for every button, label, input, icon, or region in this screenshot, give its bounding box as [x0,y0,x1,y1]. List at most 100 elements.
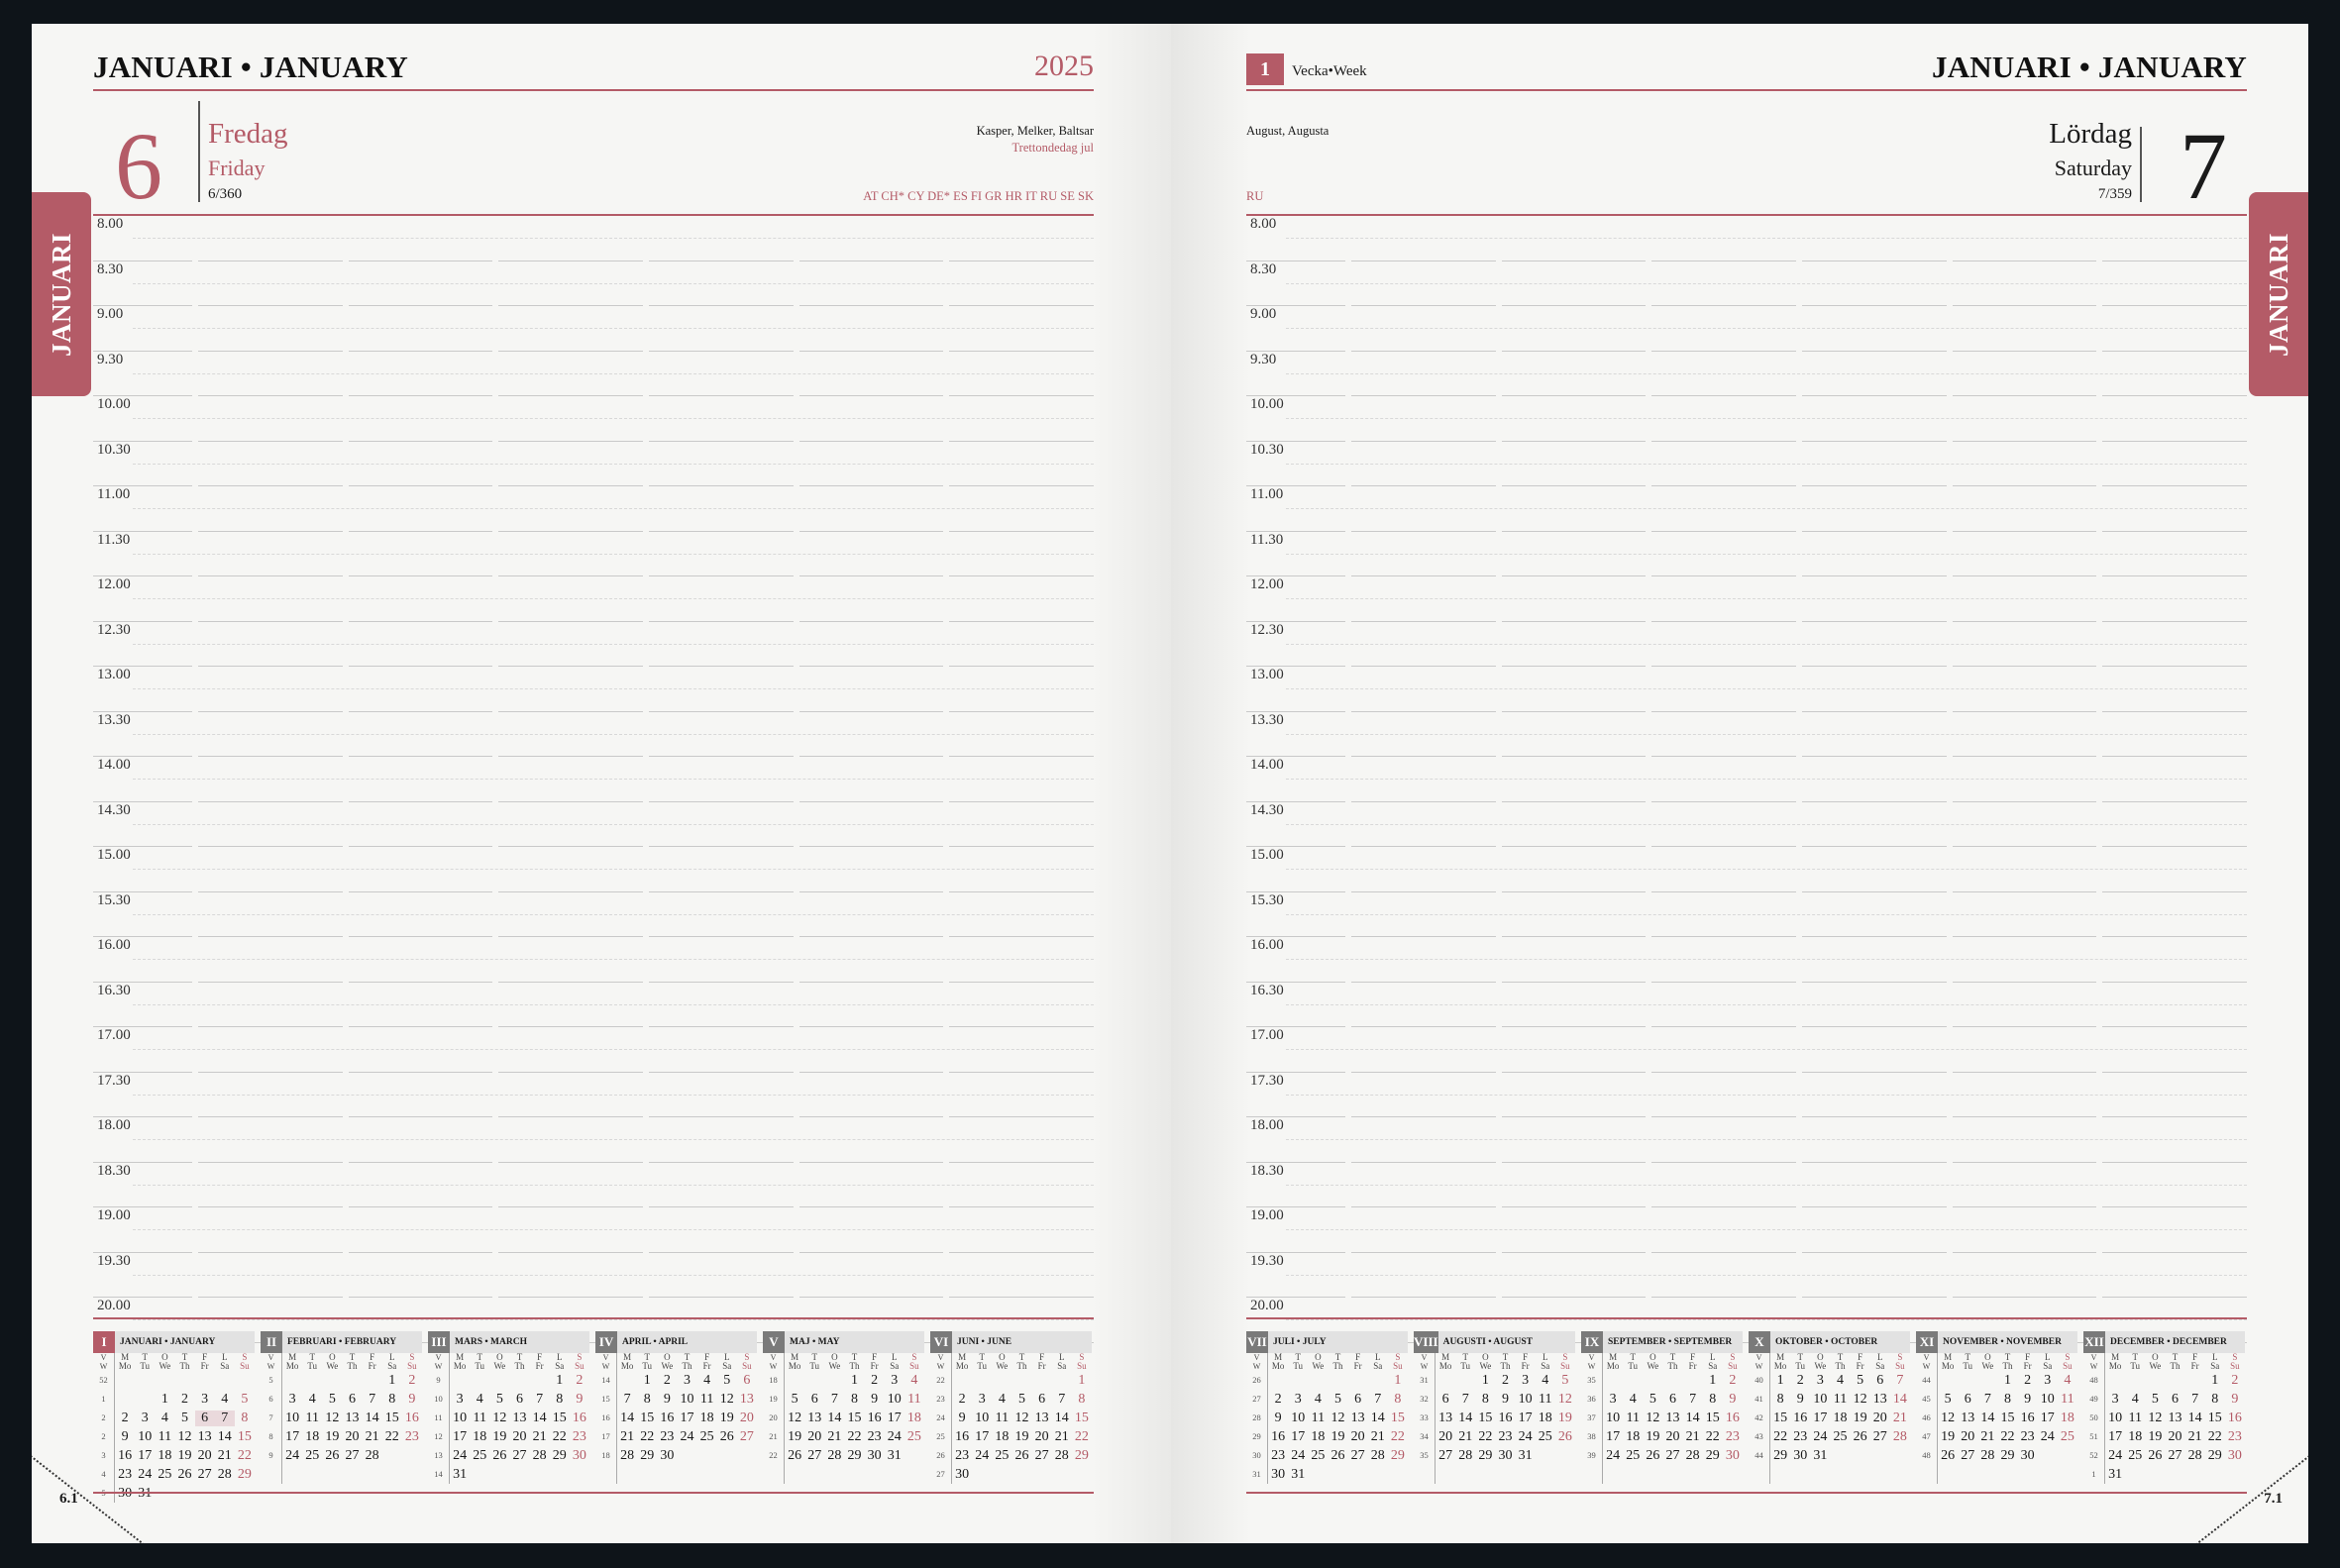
time-slot[interactable]: 9.30 [1246,352,2248,396]
time-slot[interactable]: 15.30 [93,892,1095,937]
time-slot[interactable]: 11.00 [1246,486,2248,532]
mini-month: VII JULI • JULY V W M Mo T Tu O We T Th F Fr L Sa S Su 26 1… [1246,1331,1408,1484]
mini-day: 25 [1311,1447,1326,1463]
time-slot[interactable]: 17.00 [93,1027,1095,1073]
mini-day: 18 [158,1447,172,1463]
month-tab-left[interactable]: JANUARI [32,192,91,396]
mini-week-row: 52 24 25 26 27 28 29 30 [2083,1446,2245,1465]
mini-day: 13 [1872,1391,1887,1407]
time-slot[interactable]: 15.00 [1246,847,2248,892]
time-slot[interactable]: 8.00 [1246,216,2248,261]
mini-day: 18 [1626,1428,1641,1444]
time-slot[interactable]: 9.00 [1246,306,2248,352]
mini-week-row [1749,1465,1910,1484]
mini-week-row: 38 17 18 19 20 21 22 23 [1581,1427,1743,1446]
time-slot[interactable]: 19.00 [93,1207,1095,1253]
time-slot[interactable]: 14.00 [93,757,1095,802]
time-slot[interactable]: 16.00 [1246,937,2248,983]
mini-day: 18 [473,1428,487,1444]
mini-day: 27 [512,1447,527,1463]
time-slot[interactable]: 8.30 [1246,261,2248,306]
time-label: 18.30 [1250,1162,1284,1179]
month-tab-right[interactable]: JANUARI [2249,192,2308,396]
time-slot[interactable]: 11.30 [93,532,1095,576]
mini-day: 18 [995,1428,1010,1444]
mini-day: 22 [384,1428,399,1444]
mini-day: 10 [680,1391,694,1407]
day-count-left: 6/360 [208,186,243,202]
time-slot[interactable]: 9.30 [93,352,1095,396]
time-slot[interactable]: 11.00 [93,486,1095,532]
time-slot[interactable]: 13.00 [1246,667,2248,712]
mini-day: 5 [1944,1391,1952,1407]
time-slot[interactable]: 16.00 [93,937,1095,983]
time-slot[interactable]: 15.00 [93,847,1095,892]
country-codes-left: AT CH* CY DE* ES FI GR HR IT RU SE SK [863,189,1094,203]
time-slot[interactable]: 18.30 [93,1163,1095,1207]
mini-day: 17 [680,1410,694,1425]
time-slot[interactable]: 11.30 [1246,531,2248,576]
mini-day: 29 [237,1466,252,1482]
mini-month-title: DECEMBER • DECEMBER [2110,1337,2227,1347]
mini-month-number: VIII [1414,1331,1438,1353]
mini-day: 4 [221,1391,229,1407]
mini-day: 7 [369,1391,376,1407]
time-slot[interactable]: 19.30 [1246,1253,2248,1298]
half-rule [133,688,1094,689]
half-rule [1286,372,2247,374]
mini-day: 16 [118,1447,133,1463]
half-rule [1286,1184,2247,1186]
mini-day: 27 [345,1447,360,1463]
mini-day: 22 [640,1428,655,1444]
mini-day: 9 [121,1428,129,1444]
time-slot[interactable]: 14.30 [1246,802,2248,847]
time-slot[interactable]: 10.00 [1246,396,2248,442]
time-slot[interactable]: 10.30 [93,442,1095,486]
time-slot[interactable]: 18.30 [1246,1162,2248,1207]
mini-day: 11 [699,1391,714,1407]
time-slot[interactable]: 19.00 [1246,1207,2248,1253]
time-slot[interactable]: 16.30 [93,983,1095,1027]
mini-day: 17 [975,1428,990,1444]
time-slot[interactable]: 16.30 [1246,983,2248,1027]
time-slot[interactable]: 14.00 [1246,757,2248,802]
mini-day: 14 [1370,1410,1385,1425]
mini-week-row: 3 16 17 18 19 20 21 22 [93,1446,255,1465]
time-slot[interactable]: 18.00 [1246,1117,2248,1163]
time-slot[interactable]: 9.00 [93,306,1095,352]
time-slot[interactable]: 17.30 [93,1073,1095,1117]
mini-day: 9 [2024,1391,2032,1407]
mini-day: 27 [2168,1447,2182,1463]
time-slot[interactable]: 13.30 [1246,712,2248,757]
time-slot[interactable]: 12.30 [1246,622,2248,667]
mini-month-header: III MARS • MARCH [428,1331,589,1353]
time-slot[interactable]: 8.00 [93,216,1095,261]
mini-day: 12 [1014,1410,1029,1425]
mini-day: 1 [1481,1372,1489,1388]
time-slot[interactable]: 12.00 [1246,576,2248,622]
time-slot[interactable]: 18.00 [93,1117,1095,1163]
mini-week-row: 26 23 24 25 26 27 28 29 [930,1446,1092,1465]
time-slot[interactable]: 17.30 [1246,1073,2248,1117]
time-slot[interactable]: 12.30 [93,622,1095,667]
time-slot[interactable]: 10.00 [93,396,1095,442]
mini-day: 13 [1034,1410,1049,1425]
half-rule [133,733,1094,735]
time-slot[interactable]: 8.30 [93,261,1095,306]
mini-week-row: 26 1 [1246,1371,1408,1390]
time-slot[interactable]: 13.30 [93,712,1095,757]
header-rule [1246,89,2247,91]
time-slot[interactable]: 17.00 [1246,1027,2248,1073]
time-slot[interactable]: 14.30 [93,802,1095,847]
mini-day: 26 [788,1447,802,1463]
time-label: 11.30 [1250,531,1284,548]
mini-day: 12 [1853,1391,1867,1407]
mini-day: 15 [384,1410,399,1425]
time-slot[interactable]: 19.30 [93,1253,1095,1298]
time-slot[interactable]: 10.30 [1246,442,2248,486]
time-slot[interactable]: 15.30 [1246,892,2248,937]
time-slot[interactable]: 12.00 [93,576,1095,622]
mini-month: III MARS • MARCH V W M Mo T Tu O We T Th F Fr L Sa S Su 9 1… [428,1331,589,1484]
time-slot[interactable]: 13.00 [93,667,1095,712]
mini-day: 16 [2227,1410,2242,1425]
